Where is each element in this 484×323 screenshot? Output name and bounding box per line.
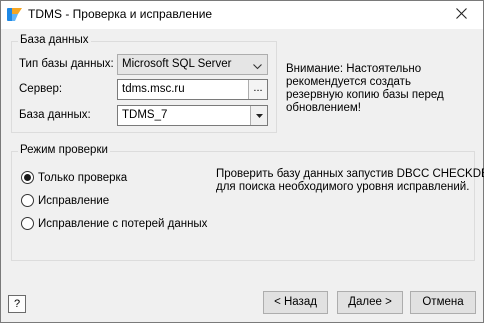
description-line: Проверить базу данных запустив DBCC CHEC… bbox=[216, 168, 484, 180]
radio-label: Исправление bbox=[38, 194, 110, 207]
mode-description: Проверить базу данных запустив DBCC CHEC… bbox=[216, 168, 484, 194]
radio-button[interactable] bbox=[21, 194, 34, 207]
window-title: TDMS - Проверка и исправление bbox=[28, 7, 213, 21]
server-input[interactable]: tdms.msc.ru ... bbox=[117, 79, 268, 100]
warning-line: Внимание: Настоятельно bbox=[286, 63, 422, 75]
database-select[interactable]: TDMS_7 bbox=[117, 105, 268, 126]
server-value: tdms.msc.ru bbox=[122, 83, 185, 95]
radio-check-only[interactable]: Только проверка bbox=[21, 171, 127, 184]
radio-repair[interactable]: Исправление bbox=[21, 194, 109, 207]
title-bar[interactable]: TDMS - Проверка и исправление bbox=[1, 1, 483, 29]
db-type-value: Microsoft SQL Server bbox=[122, 58, 232, 70]
chevron-down-icon bbox=[253, 61, 262, 73]
radio-label: Только проверка bbox=[38, 171, 128, 184]
radio-button[interactable] bbox=[21, 217, 34, 230]
radio-button[interactable] bbox=[21, 171, 34, 184]
database-group-title: База данных bbox=[18, 34, 91, 46]
backup-warning: Внимание: Настоятельно рекомендуется соз… bbox=[286, 63, 444, 115]
check-mode-group-title: Режим проверки bbox=[18, 144, 110, 156]
dialog-content: База данных Тип базы данных: Microsoft S… bbox=[1, 29, 484, 322]
check-mode-group: Режим проверки Только проверка Исправлен… bbox=[11, 144, 484, 261]
warning-line: резервную копию базы перед bbox=[286, 89, 444, 101]
next-button[interactable]: Далее > bbox=[337, 291, 403, 314]
database-label: База данных: bbox=[19, 109, 91, 121]
warning-line: обновлением! bbox=[286, 102, 361, 114]
database-value: TDMS_7 bbox=[122, 109, 168, 121]
dialog-window: TDMS - Проверка и исправление База данны… bbox=[0, 0, 484, 323]
server-label: Сервер: bbox=[19, 83, 63, 95]
dropdown-arrow-icon bbox=[256, 114, 263, 118]
close-icon bbox=[455, 8, 467, 22]
tdms-logo-icon bbox=[6, 6, 23, 23]
cancel-button[interactable]: Отмена bbox=[410, 291, 476, 314]
database-dropdown-button[interactable] bbox=[250, 106, 267, 125]
back-button[interactable]: < Назад bbox=[263, 291, 328, 314]
radio-repair-data-loss[interactable]: Исправление с потерей данных bbox=[21, 217, 207, 230]
warning-line: рекомендуется создать bbox=[286, 76, 411, 88]
radio-label: Исправление с потерей данных bbox=[38, 217, 208, 230]
database-group: База данных Тип базы данных: Microsoft S… bbox=[11, 34, 277, 133]
close-button[interactable] bbox=[439, 1, 483, 29]
server-browse-button[interactable]: ... bbox=[248, 80, 267, 99]
help-button[interactable]: ? bbox=[8, 295, 26, 313]
description-line: для поиска необходимого уровня исправлен… bbox=[216, 181, 470, 193]
db-type-select[interactable]: Microsoft SQL Server bbox=[117, 54, 268, 75]
db-type-label: Тип базы данных: bbox=[19, 58, 114, 70]
